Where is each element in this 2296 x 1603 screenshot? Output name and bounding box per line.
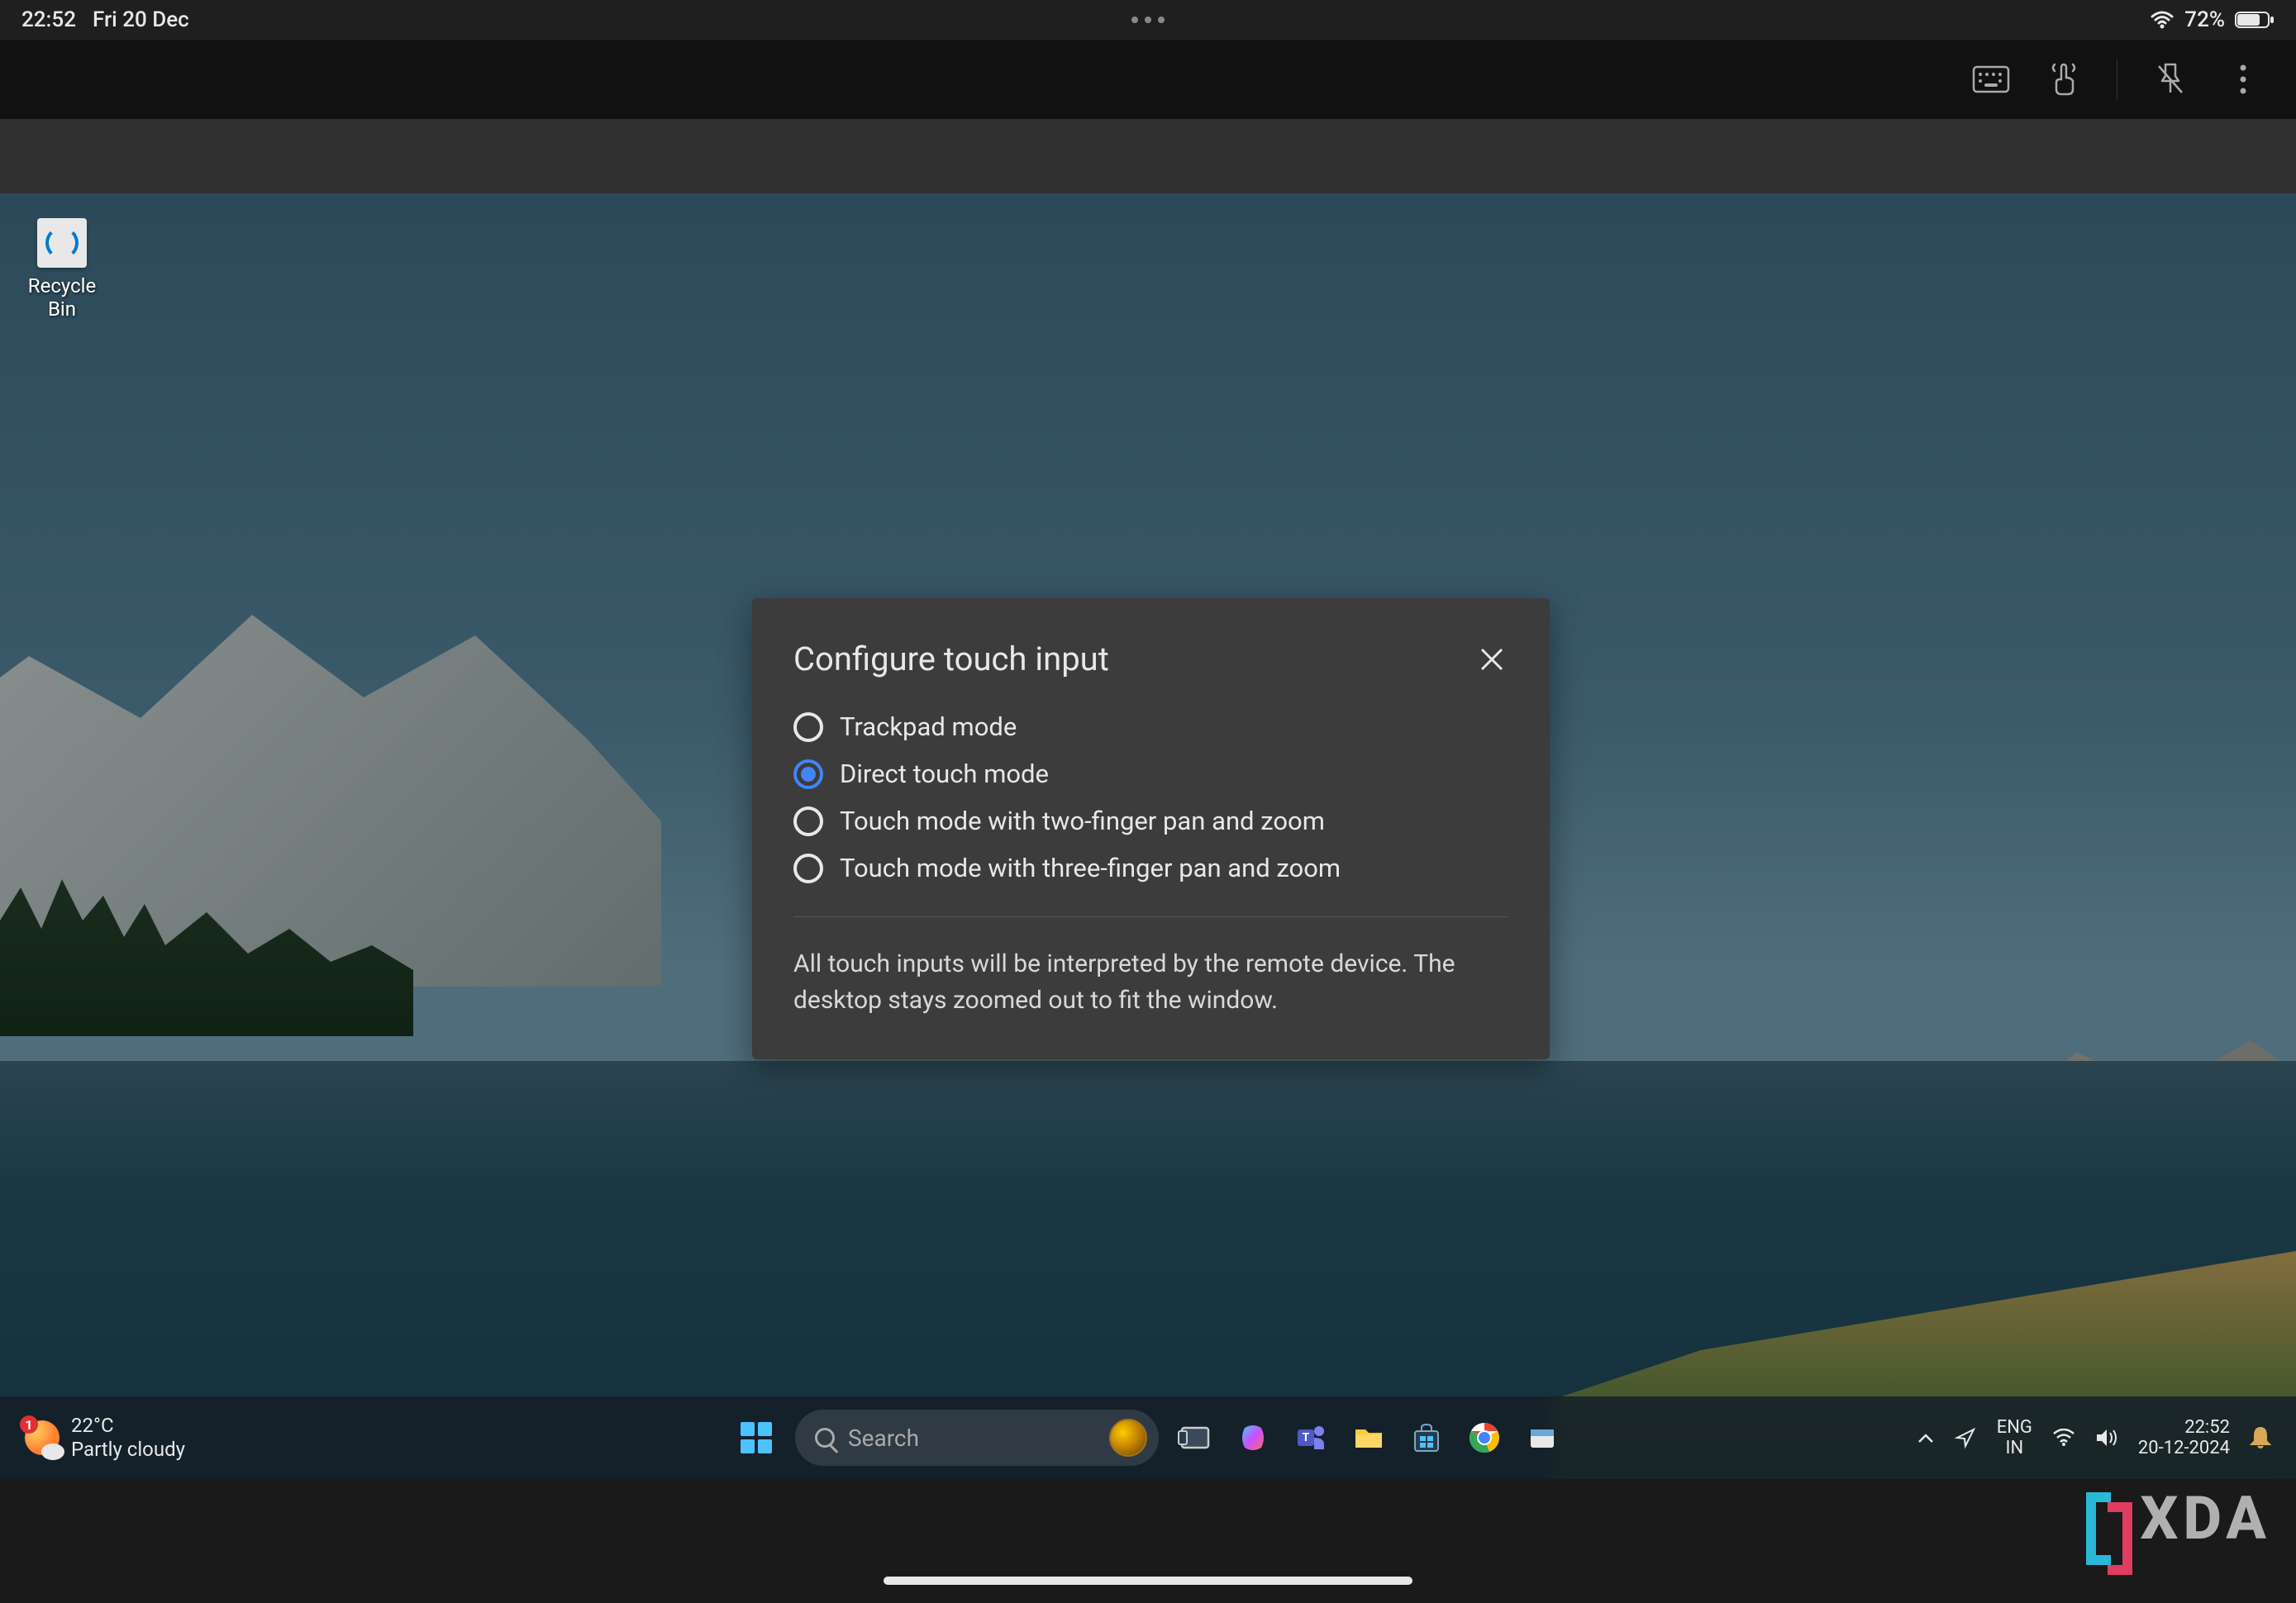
xda-watermark: XDA (2086, 1483, 2271, 1553)
remote-connection-bar (0, 119, 2296, 193)
close-button[interactable] (1475, 643, 1508, 676)
tray-date: 20-12-2024 (2138, 1438, 2230, 1458)
tray-chevron-icon[interactable] (1917, 1432, 1934, 1444)
microsoft-store-icon[interactable] (1405, 1416, 1448, 1459)
teams-icon[interactable]: T (1289, 1416, 1332, 1459)
task-view-icon[interactable] (1174, 1416, 1217, 1459)
tablet-bottom-chrome: XDA (0, 1479, 2296, 1603)
radio-icon (793, 854, 823, 883)
status-time: 22:52 (21, 7, 76, 32)
lang-bottom: IN (1997, 1438, 2032, 1458)
chrome-icon[interactable] (1463, 1416, 1506, 1459)
modal-description: All touch inputs will be interpreted by … (793, 946, 1508, 1018)
multitask-dots-icon[interactable] (1131, 17, 1165, 23)
tray-time: 22:52 (2138, 1417, 2230, 1438)
taskbar-search[interactable]: Search (795, 1410, 1159, 1466)
radio-three-finger-mode[interactable]: Touch mode with three-finger pan and zoo… (793, 853, 1508, 883)
tray-clock[interactable]: 22:52 20-12-2024 (2138, 1417, 2230, 1459)
recycle-bin-icon (37, 218, 87, 268)
configure-touch-modal: Configure touch input Trackpad mode Dire… (752, 598, 1550, 1059)
wifi-icon (2150, 10, 2175, 30)
touch-mode-radio-group: Trackpad mode Direct touch mode Touch mo… (793, 711, 1508, 883)
language-indicator[interactable]: ENG IN (1997, 1417, 2032, 1459)
xda-logo-icon (2086, 1492, 2132, 1545)
recycle-bin-label: Recycle Bin (17, 274, 107, 321)
more-vert-icon[interactable] (2223, 59, 2263, 99)
battery-icon (2235, 10, 2275, 30)
battery-percent: 72% (2184, 7, 2225, 32)
radio-label: Touch mode with two-finger pan and zoom (840, 806, 1325, 836)
location-icon[interactable] (1954, 1426, 1977, 1449)
mail-icon[interactable] (1521, 1416, 1564, 1459)
radio-icon (793, 759, 823, 789)
search-highlight-icon (1109, 1419, 1147, 1457)
status-date: Fri 20 Dec (93, 7, 189, 32)
home-indicator[interactable] (884, 1577, 1412, 1585)
radio-two-finger-mode[interactable]: Touch mode with two-finger pan and zoom (793, 806, 1508, 836)
tray-volume-icon[interactable] (2095, 1428, 2118, 1448)
remote-app-toolbar (0, 40, 2296, 119)
tray-wifi-icon[interactable] (2052, 1429, 2075, 1447)
ipad-status-bar: 22:52 Fri 20 Dec 72% (0, 0, 2296, 40)
radio-label: Trackpad mode (840, 711, 1017, 742)
taskbar-weather-widget[interactable]: 1 22°C Partly cloudy (25, 1414, 185, 1462)
file-explorer-icon[interactable] (1347, 1416, 1390, 1459)
start-button[interactable] (732, 1414, 780, 1462)
copilot-icon[interactable] (1231, 1416, 1274, 1459)
radio-label: Direct touch mode (840, 759, 1049, 789)
radio-label: Touch mode with three-finger pan and zoo… (840, 853, 1341, 883)
lang-top: ENG (1997, 1417, 2032, 1438)
keyboard-icon[interactable] (1971, 59, 2011, 99)
remote-desktop-viewport[interactable]: Recycle Bin Configure touch input Trackp… (0, 193, 2296, 1479)
weather-condition: Partly cloudy (71, 1438, 185, 1462)
svg-text:T: T (1303, 1431, 1310, 1444)
weather-badge: 1 (20, 1415, 38, 1434)
notification-bell-icon[interactable] (2250, 1426, 2271, 1449)
desktop-icon-recycle-bin[interactable]: Recycle Bin (17, 218, 107, 321)
windows-taskbar: 1 22°C Partly cloudy Search (0, 1396, 2296, 1479)
radio-icon (793, 712, 823, 742)
search-placeholder: Search (848, 1425, 919, 1452)
modal-title: Configure touch input (793, 640, 1109, 678)
pin-off-icon[interactable] (2151, 59, 2190, 99)
close-icon (1479, 646, 1505, 673)
radio-trackpad-mode[interactable]: Trackpad mode (793, 711, 1508, 742)
weather-temp: 22°C (71, 1414, 185, 1438)
radio-direct-touch-mode[interactable]: Direct touch mode (793, 759, 1508, 789)
touch-icon[interactable] (2044, 59, 2084, 99)
search-icon (815, 1428, 835, 1448)
radio-icon (793, 806, 823, 836)
modal-divider (793, 916, 1508, 917)
watermark-text: XDA (2141, 1483, 2271, 1553)
